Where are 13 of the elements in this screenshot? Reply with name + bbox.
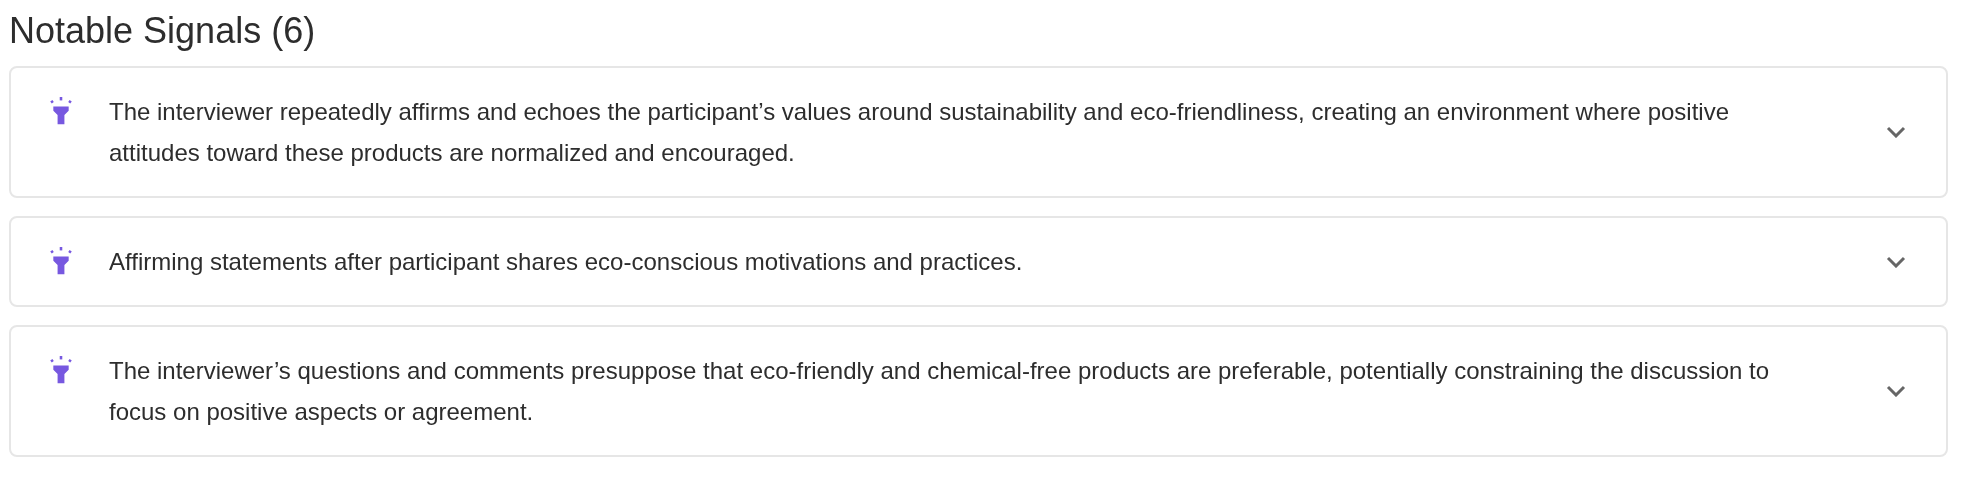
chevron-down-icon[interactable] bbox=[1886, 385, 1906, 397]
flashlight-icon bbox=[49, 356, 73, 385]
signal-card[interactable] bbox=[9, 66, 1948, 198]
chevron-down-icon[interactable] bbox=[1886, 255, 1906, 268]
flashlight-icon bbox=[49, 247, 73, 276]
chevron-down-icon[interactable] bbox=[1886, 126, 1906, 138]
signal-text: The interviewer repeatedly affirms and echoes the participant’s values around sustainability and eco-friendliness, creating an environment where positive attitudes toward these products are normalized and encouraged. bbox=[109, 97, 1730, 168]
signal-card[interactable]: The interviewer’s questions and comments presuppose that eco-friendly and chemical-free products are preferable, potentially constraining the discussion to focus on positive aspects or agreement. bbox=[9, 325, 1948, 457]
section-heading: Notable Signals (6) bbox=[9, 10, 317, 52]
flashlight-icon bbox=[49, 97, 73, 126]
signal-card[interactable]: Affirming statements after participant shares eco-conscious motivations and practices. bbox=[9, 216, 1948, 307]
signal-text: The interviewer’s questions and comments presuppose that eco-friendly and chemical-free products are preferable, potentially constraining the discussion to focus on positive aspects or agreement. bbox=[109, 356, 1770, 427]
signal-text: Affirming statements after participant shares eco-conscious motivations and practices. bbox=[109, 247, 1024, 277]
